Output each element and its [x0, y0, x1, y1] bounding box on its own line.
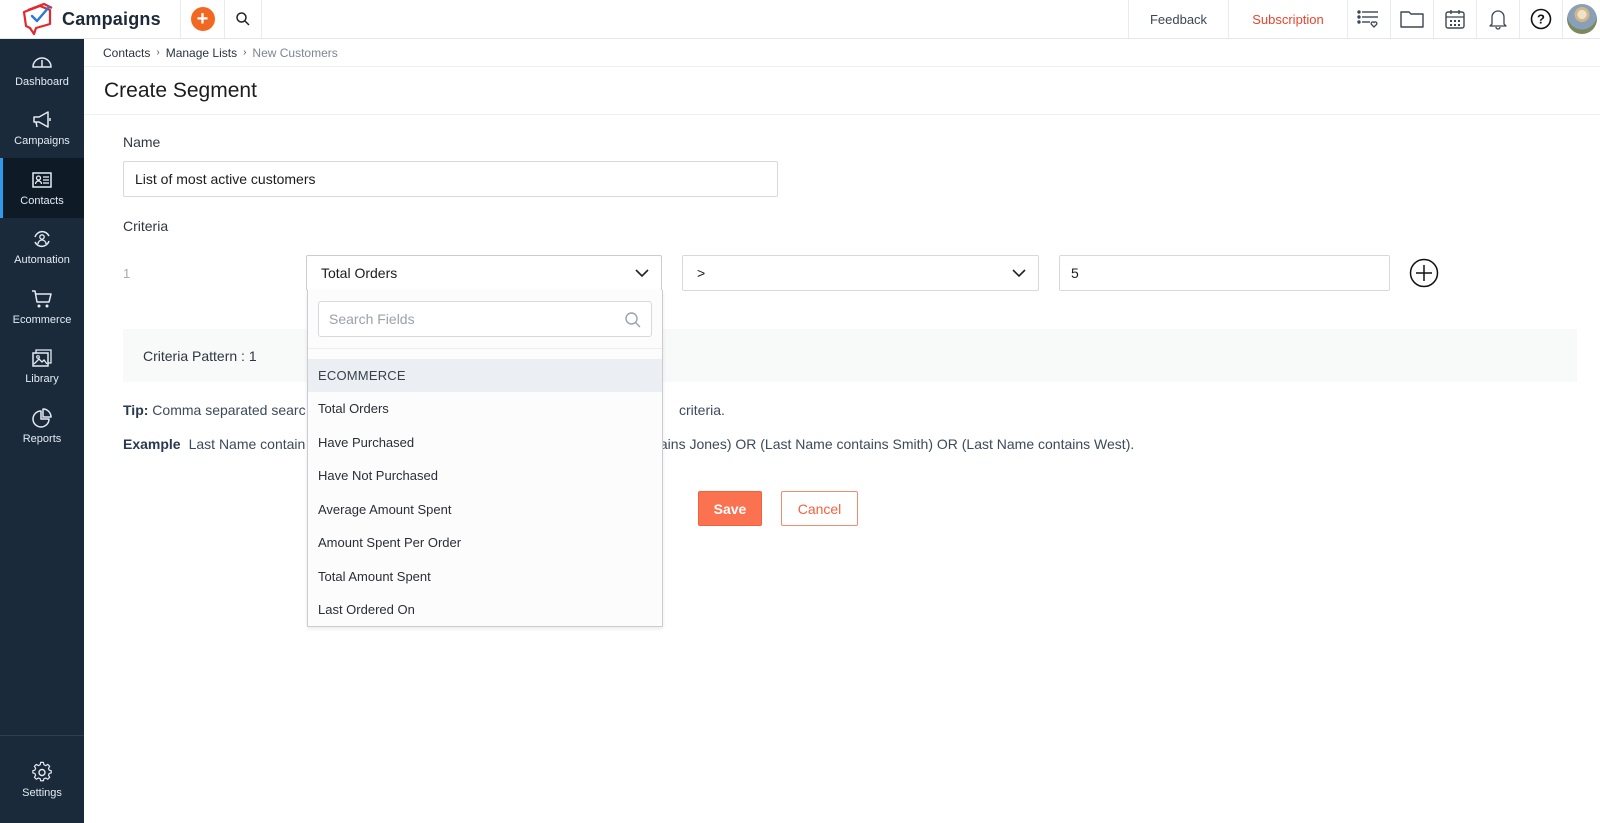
sidebar-item-label: Campaigns: [14, 135, 70, 148]
search-icon: [625, 312, 641, 328]
tip-body: Comma separated searc: [152, 402, 306, 418]
breadcrumb-current: New Customers: [252, 45, 338, 60]
search-fields-input[interactable]: Search Fields: [318, 301, 652, 337]
dropdown-option[interactable]: Have Purchased: [308, 426, 662, 460]
save-button[interactable]: Save: [698, 491, 762, 526]
example-tail: tains Jones) OR (Last Name contains Smit…: [656, 436, 1135, 452]
dropdown-divider: [308, 348, 662, 349]
top-bar: Campaigns + Feedback Subscription ?: [0, 0, 1600, 39]
sidebar-item-settings[interactable]: Settings: [0, 735, 84, 823]
dashboard-gauge-icon: [32, 57, 52, 68]
app-name: Campaigns: [62, 8, 161, 29]
chevron-right-icon: ›: [243, 47, 247, 58]
sidebar-item-label: Library: [25, 373, 59, 386]
criteria-operator-value: >: [697, 265, 706, 281]
folder-button[interactable]: [1390, 0, 1433, 38]
lists-button[interactable]: [1347, 0, 1390, 38]
dropdown-options: ECOMMERCE Total Orders Have Purchased Ha…: [308, 359, 662, 627]
sidebar-item-contacts[interactable]: Contacts: [0, 158, 84, 218]
dropdown-option[interactable]: Have Not Purchased: [308, 459, 662, 493]
sidebar-item-automation[interactable]: Automation: [0, 218, 84, 278]
feedback-link[interactable]: Feedback: [1128, 0, 1228, 38]
sidebar-item-library[interactable]: Library: [0, 337, 84, 397]
bell-icon: [1489, 10, 1507, 30]
example-label: Example: [123, 436, 181, 452]
breadcrumb: Contacts › Manage Lists › New Customers: [84, 39, 1600, 67]
help-icon: ?: [1530, 8, 1552, 30]
global-search-button[interactable]: [224, 0, 262, 38]
criteria-row-number: 1: [123, 266, 131, 281]
search-icon: [236, 12, 250, 26]
plus-circle-icon: +: [190, 7, 215, 31]
criteria-field-select[interactable]: Total Orders: [306, 255, 662, 291]
gear-icon: [32, 761, 52, 781]
sidebar-item-label: Settings: [22, 786, 62, 799]
breadcrumb-contacts[interactable]: Contacts: [103, 46, 150, 60]
image-library-icon: [32, 349, 52, 367]
dropdown-option[interactable]: Amount Spent Per Order: [308, 526, 662, 560]
example-body: Last Name contain: [188, 436, 306, 452]
dropdown-option[interactable]: Average Amount Spent: [308, 493, 662, 527]
tip-label: Tip:: [123, 402, 149, 418]
tip-tail: criteria.: [679, 402, 725, 418]
criteria-operator-select[interactable]: >: [682, 255, 1039, 291]
name-label: Name: [123, 134, 161, 150]
chevron-down-icon: [1012, 269, 1026, 278]
pie-chart-icon: [32, 408, 52, 428]
criteria-label: Criteria: [123, 218, 169, 234]
avatar: [1566, 4, 1597, 34]
main-content: Contacts › Manage Lists › New Customers …: [84, 39, 1600, 823]
calendar-icon: [1445, 10, 1465, 29]
cancel-button[interactable]: Cancel: [781, 491, 858, 526]
criteria-field-value: Total Orders: [321, 265, 398, 281]
breadcrumb-manage-lists[interactable]: Manage Lists: [166, 46, 237, 60]
sidebar-item-ecommerce[interactable]: Ecommerce: [0, 277, 84, 337]
campaigns-logo-icon: [22, 2, 53, 36]
sidebar-item-label: Automation: [14, 254, 70, 267]
list-heart-icon: [1357, 10, 1378, 28]
add-button[interactable]: +: [180, 0, 224, 38]
chevron-down-icon: [635, 269, 649, 278]
help-button[interactable]: ?: [1519, 0, 1562, 38]
segment-name-input[interactable]: List of most active customers: [123, 161, 778, 197]
sidebar-item-campaigns[interactable]: Campaigns: [0, 99, 84, 159]
automation-icon: [34, 231, 50, 248]
sidebar-item-reports[interactable]: Reports: [0, 396, 84, 456]
cart-icon: [32, 290, 52, 308]
dropdown-option[interactable]: Total Orders: [308, 392, 662, 426]
calendar-button[interactable]: [1433, 0, 1476, 38]
contact-card-icon: [32, 172, 52, 188]
subscription-link[interactable]: Subscription: [1228, 0, 1347, 38]
sidebar-item-label: Ecommerce: [12, 313, 72, 326]
dropdown-option[interactable]: Last Ordered On: [308, 593, 662, 627]
option-group-header: ECOMMERCE: [308, 359, 662, 392]
criteria-value-input[interactable]: 5: [1059, 255, 1390, 291]
sidebar-item-label: Contacts: [20, 194, 64, 207]
tip-text: Tip: Comma separated searc criteria.: [123, 402, 725, 418]
dropdown-option[interactable]: Total Amount Spent: [308, 560, 662, 594]
user-avatar-button[interactable]: [1562, 0, 1600, 38]
folder-icon: [1400, 11, 1424, 28]
sidebar-item-dashboard[interactable]: Dashboard: [0, 39, 84, 99]
notifications-button[interactable]: [1476, 0, 1519, 38]
sidebar: Dashboard Campaigns Contacts Automation: [0, 39, 84, 823]
add-criteria-icon[interactable]: [1409, 258, 1439, 288]
sidebar-item-label: Reports: [22, 432, 62, 445]
page-title: Create Segment: [84, 67, 1600, 115]
search-fields-placeholder: Search Fields: [329, 311, 415, 327]
brand[interactable]: Campaigns: [0, 0, 180, 38]
sidebar-item-label: Dashboard: [15, 75, 69, 88]
example-text: Example Last Name contain tains Jones) OR…: [123, 436, 1134, 452]
megaphone-icon: [33, 111, 51, 128]
svg-text:?: ?: [1537, 12, 1545, 27]
field-dropdown-menu: Search Fields ECOMMERCE Total Orders Hav…: [307, 290, 663, 627]
chevron-right-icon: ›: [156, 47, 160, 58]
